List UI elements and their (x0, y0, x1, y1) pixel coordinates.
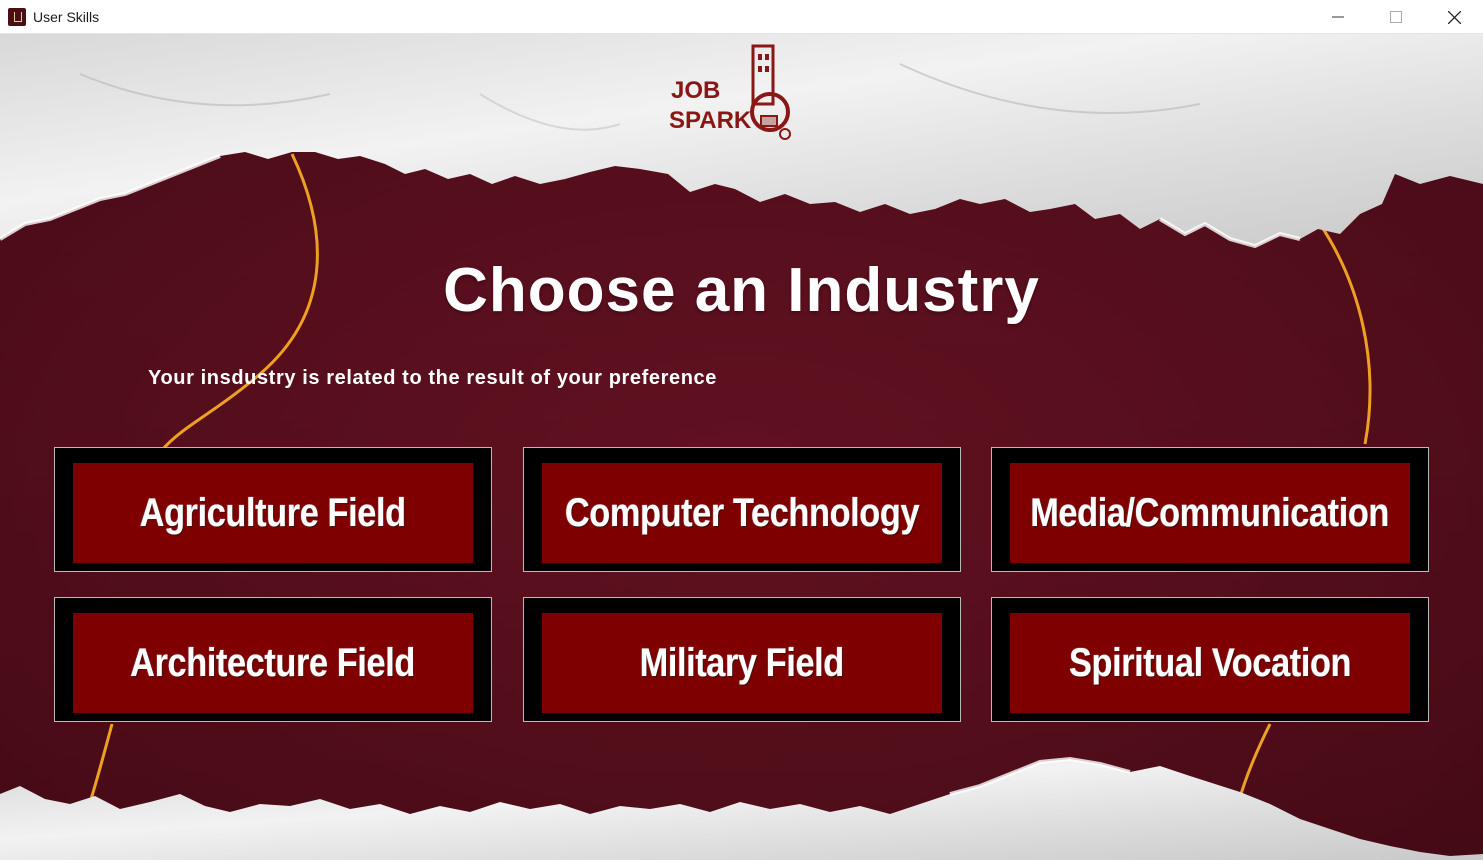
military-field-button[interactable]: Military Field (542, 613, 942, 713)
button-label: Media/Communication (1030, 490, 1390, 535)
page-title: Choose an Industry (443, 256, 1040, 325)
logo-line-spark: SPARK (669, 107, 752, 134)
media-communication-button[interactable]: Media/Communication (1010, 463, 1410, 563)
maximize-button[interactable] (1367, 0, 1425, 34)
button-label: Spiritual Vocation (1068, 640, 1352, 685)
page-subtitle: Your insdustry is related to the result … (148, 367, 717, 389)
close-icon (1447, 10, 1461, 24)
java-cup-icon (8, 7, 26, 26)
minimize-button[interactable] (1309, 0, 1367, 34)
window-titlebar: User Skills (0, 0, 1483, 34)
button-label: Computer Technology (564, 490, 920, 535)
computer-technology-button[interactable]: Computer Technology (542, 463, 942, 563)
spiritual-vocation-button[interactable]: Spiritual Vocation (1010, 613, 1410, 713)
minimize-icon (1332, 16, 1344, 18)
job-spark-logo: JOB SPARK (669, 44, 791, 140)
industry-card-military: Military Field (523, 597, 961, 722)
button-label: Military Field (639, 640, 845, 685)
window-title: User Skills (33, 8, 100, 25)
main-panel: JOB SPARK Choose an Industry Your insdus… (0, 34, 1483, 860)
architecture-field-button[interactable]: Architecture Field (73, 613, 473, 713)
industry-card-agriculture: Agriculture Field (54, 447, 492, 572)
industry-card-computer: Computer Technology (523, 447, 961, 572)
window-controls (1309, 0, 1483, 34)
industry-card-media: Media/Communication (991, 447, 1429, 572)
maximize-icon (1390, 11, 1402, 23)
logo-line-job: JOB (671, 77, 720, 104)
agriculture-field-button[interactable]: Agriculture Field (73, 463, 473, 563)
close-button[interactable] (1425, 0, 1483, 34)
button-label: Architecture Field (130, 640, 416, 685)
button-label: Agriculture Field (139, 490, 407, 535)
industry-card-spiritual: Spiritual Vocation (991, 597, 1429, 722)
industry-card-architecture: Architecture Field (54, 597, 492, 722)
